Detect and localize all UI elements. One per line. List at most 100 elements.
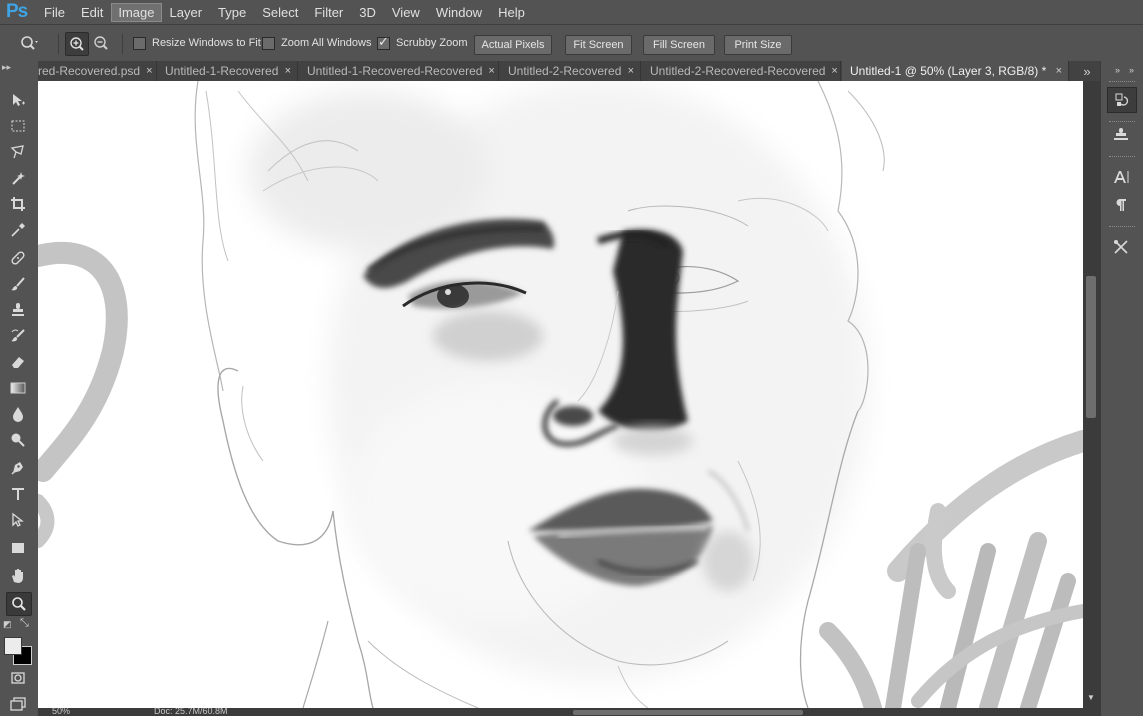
document-tab[interactable]: Untitled-2-Recovered × [500,61,641,81]
menu-image[interactable]: Image [111,2,162,22]
photoshop-logo: Ps [6,1,28,22]
close-tab-icon[interactable]: × [482,65,498,77]
zoom-level[interactable]: 50% [52,708,70,716]
tool-presets-panel-icon[interactable] [1107,235,1135,259]
vertical-scroll-thumb[interactable] [1086,276,1096,418]
tab-overflow-icon[interactable]: » [1074,61,1100,81]
screen-mode-icon[interactable] [6,693,30,715]
menu-layer[interactable]: Layer [162,3,211,22]
scrubby-zoom-checkbox[interactable]: Scrubby Zoom [377,33,468,53]
eraser-tool-icon[interactable] [6,351,30,373]
right-panel-dock: » » [1100,61,1143,716]
divider [122,34,123,54]
path-selection-tool-icon[interactable] [6,509,30,531]
document-canvas[interactable] [38,81,1083,708]
zoom-all-windows-checkbox[interactable]: Zoom All Windows [262,33,371,53]
zoom-all-windows-check-box[interactable] [262,36,275,50]
portrait-sketch [38,81,1083,708]
document-tab-label: Untitled-2-Recovered [508,64,622,78]
document-tab-label: Untitled-1-Recovered-Recovered [307,64,483,78]
close-tab-icon[interactable]: × [279,65,297,77]
document-tab[interactable]: Untitled-1-Recovered × [157,61,298,81]
dodge-tool-icon[interactable] [6,429,30,451]
close-tab-icon[interactable]: × [825,65,840,77]
menu-bar: Ps File Edit Image Layer Type Select Fil… [0,0,1143,24]
menu-view[interactable]: View [384,3,428,22]
fit-screen-button[interactable]: Fit Screen [565,35,632,55]
menu-items: File Edit Image Layer Type Select Filter… [36,0,533,24]
document-tab[interactable]: red-Recovered.psd × [38,61,157,81]
type-tool-icon[interactable] [6,483,30,505]
document-tab-label: Untitled-1-Recovered [165,64,279,78]
zoom-all-windows-label: Zoom All Windows [281,37,372,49]
clone-stamp-tool-icon[interactable] [6,299,30,321]
collapse-panels-icon[interactable]: » [1129,65,1134,75]
actual-pixels-button[interactable]: Actual Pixels [474,35,552,55]
fill-screen-button[interactable]: Fill Screen [643,35,715,55]
panel-grip-icon[interactable]: ▸▸ [2,62,11,73]
quick-mask-icon[interactable] [6,667,30,689]
zoom-tool-preset-icon[interactable] [18,32,40,54]
horizontal-scroll-thumb[interactable] [573,710,803,715]
default-colors-icon[interactable]: ◩ [3,619,12,630]
document-size: Doc: 25.7M/60.8M [154,708,228,716]
document-tab-label: Untitled-1 @ 50% (Layer 3, RGB/8) * [850,64,1047,78]
healing-brush-tool-icon[interactable] [6,247,30,269]
close-tab-icon[interactable]: × [140,65,156,77]
close-tab-icon[interactable]: × [1050,65,1068,77]
paragraph-panel-icon[interactable] [1107,193,1135,217]
menu-file[interactable]: File [36,3,73,22]
scrubby-zoom-check-box[interactable] [377,34,390,50]
gradient-tool-icon[interactable] [6,377,30,399]
menu-3d[interactable]: 3D [351,3,384,22]
divider [58,34,59,54]
vertical-scrollbar[interactable]: ▼ [1083,81,1100,708]
options-bar: Resize Windows to Fit Zoom All Windows S… [0,24,1143,63]
dock-grip[interactable] [1109,81,1135,84]
zoom-in-icon[interactable] [65,32,89,56]
menu-help[interactable]: Help [490,3,533,22]
brush-tool-icon[interactable] [6,273,30,295]
scrubby-zoom-label: Scrubby Zoom [396,37,468,49]
crop-tool-icon[interactable] [6,193,30,215]
menu-select[interactable]: Select [254,3,306,22]
expand-panels-icon[interactable]: » [1115,65,1120,75]
dock-grip[interactable] [1109,156,1135,159]
document-tab-bar: red-Recovered.psd × Untitled-1-Recovered… [38,61,1100,81]
document-tab[interactable]: Untitled-2-Recovered-Recovered × [642,61,841,81]
status-bar: 50% Doc: 25.7M/60.8M [38,708,1100,716]
blur-tool-icon[interactable] [6,403,30,425]
resize-windows-checkbox[interactable]: Resize Windows to Fit [133,33,261,53]
pen-tool-icon[interactable] [6,457,30,479]
document-tab[interactable]: Untitled-1-Recovered-Recovered × [299,61,499,81]
history-brush-tool-icon[interactable] [6,325,30,347]
rectangle-tool-icon[interactable] [6,537,30,559]
clone-source-panel-icon[interactable] [1107,123,1135,147]
move-tool-icon[interactable] [6,89,30,111]
document-tab-label: red-Recovered.psd [38,64,141,78]
print-size-button[interactable]: Print Size [724,35,792,55]
swap-colors-icon[interactable]: ⤡ [20,617,29,630]
menu-edit[interactable]: Edit [73,3,111,22]
eyedropper-tool-icon[interactable] [6,219,30,241]
zoom-tool-icon[interactable] [6,592,32,616]
document-tab-active[interactable]: Untitled-1 @ 50% (Layer 3, RGB/8) * × [842,61,1069,81]
magic-wand-tool-icon[interactable] [6,167,30,189]
marquee-tool-icon[interactable] [6,115,30,137]
scroll-down-icon[interactable]: ▼ [1087,693,1095,702]
close-tab-icon[interactable]: × [622,65,640,77]
resize-windows-check-box[interactable] [133,36,146,50]
zoom-out-icon[interactable] [90,32,112,54]
menu-filter[interactable]: Filter [306,3,351,22]
history-panel-icon[interactable] [1107,87,1137,113]
resize-windows-label: Resize Windows to Fit [152,37,261,49]
menu-type[interactable]: Type [210,3,254,22]
tools-panel: ▸▸ ◩ ⤡ [0,61,39,716]
character-panel-icon[interactable] [1107,165,1135,189]
dock-grip[interactable] [1109,226,1135,229]
foreground-color-swatch[interactable] [4,637,22,655]
document-tab-label: Untitled-2-Recovered-Recovered [650,64,826,78]
hand-tool-icon[interactable] [6,565,30,587]
lasso-tool-icon[interactable] [6,141,30,163]
menu-window[interactable]: Window [428,3,490,22]
